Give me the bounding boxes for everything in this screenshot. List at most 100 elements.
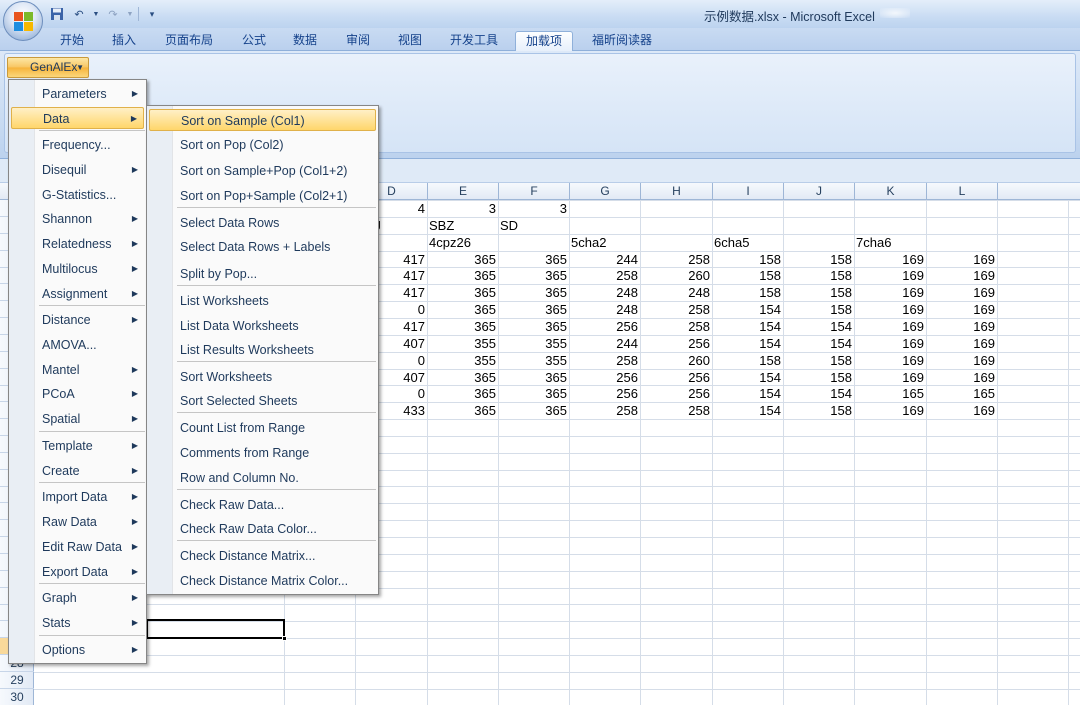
column-header-f[interactable]: F [499,183,570,200]
cell[interactable]: 365 [498,301,569,318]
menu-item-pcoa[interactable]: PCoA ▶ [11,383,144,405]
cell[interactable]: 158 [783,301,854,318]
cell[interactable]: 3 [498,200,569,217]
cell[interactable]: 365 [498,284,569,301]
cell[interactable]: 355 [498,352,569,369]
cell[interactable]: 158 [783,267,854,284]
cell[interactable]: 169 [854,318,926,335]
cell[interactable]: SBZ [427,217,498,234]
cell[interactable]: 158 [783,369,854,386]
cell[interactable]: 256 [640,335,712,352]
submenu-item-select-data-rows-labels[interactable]: Select Data Rows + Labels [149,236,376,258]
cell[interactable]: 258 [569,267,640,284]
menu-item-amova[interactable]: AMOVA... [11,334,144,356]
cell[interactable]: 3 [427,200,498,217]
redo-dropdown-icon[interactable]: ▼ [126,5,134,23]
cell[interactable]: 256 [569,318,640,335]
cell[interactable]: 6cha5 [712,234,854,251]
active-cell[interactable] [146,619,287,641]
menu-item-shannon[interactable]: Shannon ▶ [11,208,144,230]
cell[interactable]: 355 [427,352,498,369]
submenu-item-list-results-worksheets[interactable]: List Results Worksheets [149,339,376,361]
menu-item-options[interactable]: Options ▶ [11,639,144,661]
cell[interactable]: 365 [498,267,569,284]
cell[interactable]: 256 [569,369,640,386]
submenu-item-split-by-pop[interactable]: Split by Pop... [149,263,376,285]
cell[interactable]: 169 [854,301,926,318]
menu-item-edit-raw-data[interactable]: Edit Raw Data ▶ [11,536,144,558]
cell[interactable]: 158 [783,402,854,419]
cell[interactable]: 158 [712,284,783,301]
cell[interactable]: 258 [640,251,712,268]
submenu-item-check-distance-matrix-color[interactable]: Check Distance Matrix Color... [149,570,376,592]
cell[interactable]: 248 [640,284,712,301]
cell[interactable]: 169 [926,301,997,318]
tab-review[interactable]: 审阅 [344,31,372,51]
cell[interactable]: 169 [926,369,997,386]
column-header-h[interactable]: H [641,183,713,200]
menu-item-parameters[interactable]: Parameters ▶ [11,83,144,105]
cell[interactable]: 154 [712,301,783,318]
cell[interactable]: 158 [783,284,854,301]
cell[interactable]: 154 [783,335,854,352]
cell[interactable]: 365 [427,284,498,301]
customize-icon[interactable]: ▾ [143,5,161,23]
cell[interactable]: 158 [712,267,783,284]
menu-item-assignment[interactable]: Assignment ▶ [11,283,144,305]
menu-item-graph[interactable]: Graph ▶ [11,587,144,609]
cell[interactable]: 7cha6 [854,234,997,251]
cell[interactable]: 365 [427,301,498,318]
column-header-g[interactable]: G [570,183,641,200]
cell[interactable]: 154 [712,385,783,402]
cell[interactable]: 258 [640,318,712,335]
submenu-item-sort-on-pop-sample-col2-1[interactable]: Sort on Pop+Sample (Col2+1) [149,185,376,207]
menu-item-disequil[interactable]: Disequil ▶ [11,159,144,181]
column-header-e[interactable]: E [428,183,499,200]
cell[interactable]: 256 [640,369,712,386]
submenu-item-list-data-worksheets[interactable]: List Data Worksheets [149,315,376,337]
tab-data[interactable]: 数据 [291,31,319,51]
cell[interactable]: 169 [854,251,926,268]
tab-addins[interactable]: 加载项 [515,31,574,51]
menu-item-data[interactable]: Data ▶ [11,107,144,129]
cell[interactable]: 258 [640,301,712,318]
cell[interactable]: 365 [498,385,569,402]
column-header-j[interactable]: J [784,183,855,200]
submenu-item-row-and-column-no[interactable]: Row and Column No. [149,467,376,489]
tab-view[interactable]: 视图 [396,31,424,51]
row-header-30[interactable]: 30 [0,689,34,705]
fill-handle[interactable] [282,636,287,641]
cell[interactable]: 169 [854,352,926,369]
cell[interactable]: 169 [854,335,926,352]
cell[interactable]: 260 [640,352,712,369]
cell[interactable]: 169 [854,402,926,419]
cell[interactable]: 365 [427,402,498,419]
column-header-i[interactable]: I [713,183,784,200]
menu-item-distance[interactable]: Distance ▶ [11,309,144,331]
cell[interactable]: 158 [712,352,783,369]
cell[interactable]: 365 [498,369,569,386]
submenu-item-select-data-rows[interactable]: Select Data Rows [149,212,376,234]
submenu-item-check-raw-data-color[interactable]: Check Raw Data Color... [149,518,376,540]
genalex-menu-button[interactable]: GenAlEx ▼ [7,57,89,78]
submenu-item-sort-worksheets[interactable]: Sort Worksheets [149,366,376,388]
cell[interactable]: 258 [569,402,640,419]
cell[interactable]: 169 [926,251,997,268]
cell[interactable]: 169 [926,284,997,301]
cell[interactable]: SD [498,217,569,234]
cell[interactable]: 244 [569,251,640,268]
cell[interactable]: 154 [712,402,783,419]
submenu-item-sort-on-sample-pop-col1-2[interactable]: Sort on Sample+Pop (Col1+2) [149,160,376,182]
cell[interactable]: 169 [926,335,997,352]
cell[interactable]: 154 [712,318,783,335]
tab-page-layout[interactable]: 页面布局 [163,31,215,51]
submenu-item-sort-selected-sheets[interactable]: Sort Selected Sheets [149,390,376,412]
menu-item-g-statistics[interactable]: G-Statistics... [11,184,144,206]
cell[interactable]: 158 [712,251,783,268]
undo-dropdown-icon[interactable]: ▼ [92,5,100,23]
office-button[interactable] [3,1,43,41]
save-icon[interactable] [48,5,66,23]
menu-item-stats[interactable]: Stats ▶ [11,612,144,634]
cell[interactable]: 158 [783,251,854,268]
cell[interactable]: 260 [640,267,712,284]
